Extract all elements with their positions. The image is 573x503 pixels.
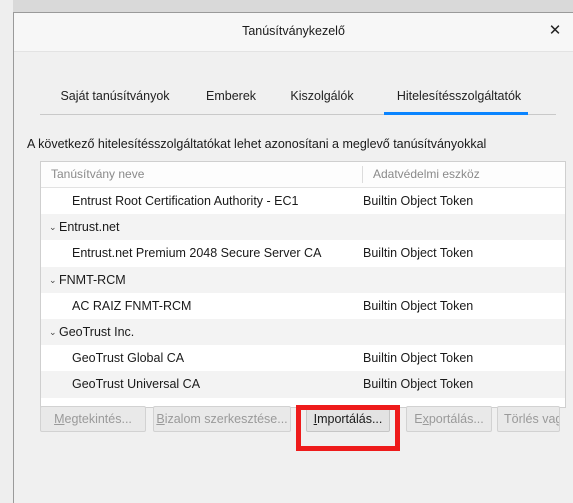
chevron-down-icon[interactable]: ⌄	[49, 319, 59, 345]
certificate-name: GeoTrust Universal CA	[72, 377, 201, 392]
group-name: FNMT-RCM	[59, 272, 126, 287]
security-device: Builtin Object Token	[363, 194, 474, 208]
tree-row[interactable]: GeoTrust Universal CA Builtin Object Tok…	[41, 371, 565, 398]
close-icon[interactable]: ✕	[543, 19, 567, 43]
tree-row[interactable]: AC RAIZ FNMT-RCM Builtin Object Token	[41, 293, 565, 319]
tab-servers[interactable]: Kiszolgálók	[272, 79, 372, 114]
certificate-name: GeoTrust Global CA	[72, 351, 185, 366]
certificate-tree[interactable]: Tanúsítvány neve Adatvédelmi eszköz Entr…	[40, 161, 566, 408]
highlight-box	[296, 405, 400, 451]
group-name: GeoTrust Inc.	[59, 324, 135, 339]
tab-bar: Saját tanúsítványok Emberek Kiszolgálók …	[40, 79, 556, 115]
titlebar: Tanúsítványkezelő ✕	[14, 13, 573, 52]
tree-header: Tanúsítvány neve Adatvédelmi eszköz	[41, 162, 565, 188]
chevron-down-icon[interactable]: ⌄	[49, 214, 59, 240]
column-divider[interactable]	[362, 166, 363, 183]
column-header-certificate-name[interactable]: Tanúsítvány neve	[51, 162, 144, 187]
export-button[interactable]: Exportálás...	[406, 406, 492, 432]
security-device: Builtin Object Token	[363, 351, 474, 366]
column-header-security-device[interactable]: Adatvédelmi eszköz	[373, 162, 480, 187]
tree-group-row[interactable]: ⌄ Entrust.net	[41, 214, 565, 241]
tree-row[interactable]: GeoTrust Global CA Builtin Object Token	[41, 345, 565, 371]
tab-people[interactable]: Emberek	[190, 79, 272, 114]
tree-row[interactable]: Entrust Root Certification Authority - E…	[41, 188, 565, 214]
tab-your-certificates[interactable]: Saját tanúsítványok	[40, 79, 190, 114]
group-name: Entrust.net	[59, 220, 120, 235]
delete-or-distrust-button[interactable]: Törlés vagy	[497, 406, 560, 432]
chevron-down-icon[interactable]: ⌄	[49, 267, 59, 293]
background-page-edge	[0, 0, 13, 503]
tree-group-row[interactable]: ⌄ GeoTrust Inc.	[41, 318, 565, 346]
edit-trust-button[interactable]: Bizalom szerkesztése...	[153, 406, 291, 432]
tree-group-row[interactable]: ⌄ FNMT-RCM	[41, 266, 565, 293]
certificate-name: Entrust.net Premium 2048 Secure Server C…	[72, 246, 322, 261]
window-title: Tanúsítványkezelő	[242, 24, 345, 38]
security-device: Builtin Object Token	[363, 246, 474, 261]
view-button[interactable]: Megtekintés...	[40, 406, 146, 432]
description-text: A következő hitelesítésszolgáltatókat le…	[27, 137, 487, 151]
security-device: Builtin Object Token	[363, 377, 474, 392]
tree-row[interactable]: Entrust.net Premium 2048 Secure Server C…	[41, 240, 565, 266]
button-row: Megtekintés... Bizalom szerkesztése... I…	[26, 398, 560, 438]
tab-authorities[interactable]: Hitelesítésszolgáltatók	[372, 79, 546, 115]
security-device: Builtin Object Token	[363, 298, 474, 313]
certificate-name: Entrust Root Certification Authority - E…	[72, 194, 299, 208]
certificate-name: AC RAIZ FNMT-RCM	[72, 298, 192, 313]
